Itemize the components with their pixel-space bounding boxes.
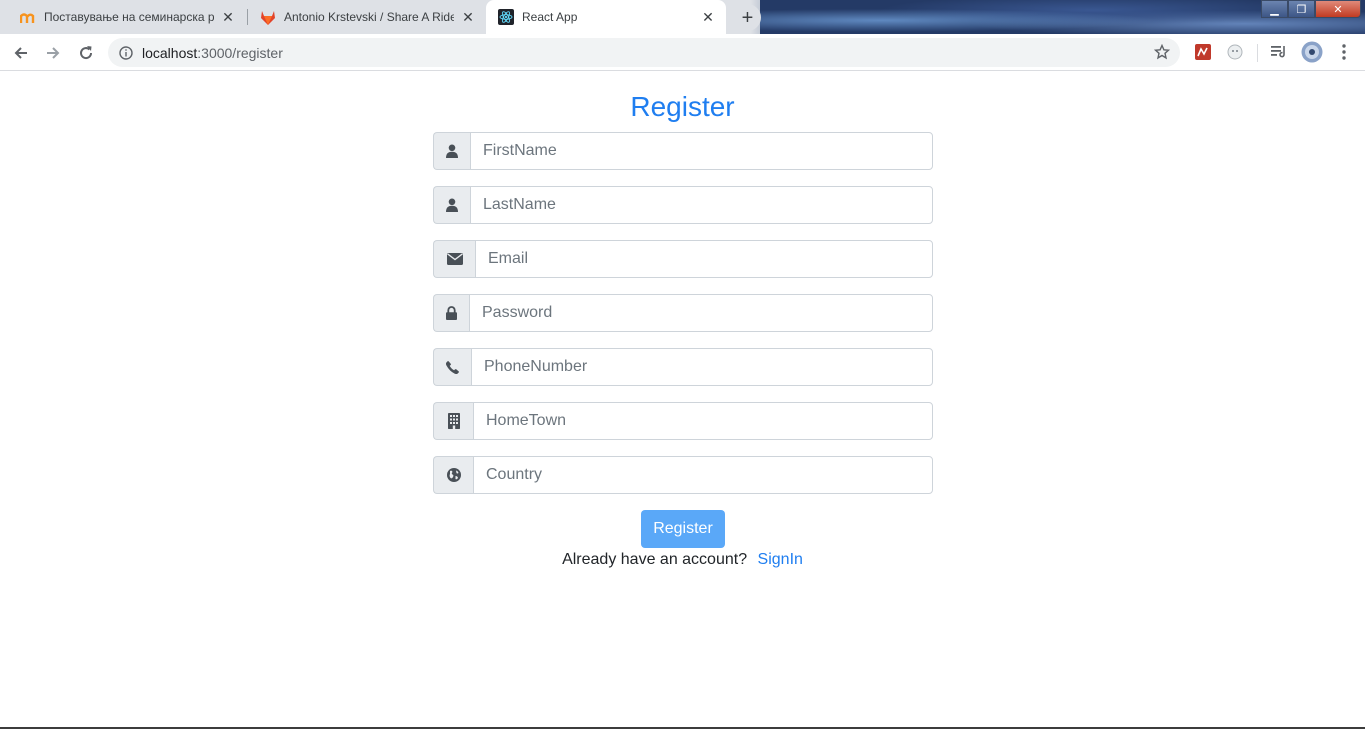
signin-prompt: Already have an account? SignIn [0, 551, 1365, 569]
browser-tab-1[interactable]: Поставување на семинарска ра ✕ [8, 0, 246, 34]
firstname-input[interactable]: FirstName [470, 132, 933, 170]
moodle-favicon-icon [20, 9, 36, 25]
lastname-input[interactable]: LastName [470, 186, 933, 224]
close-icon[interactable]: ✕ [700, 9, 716, 25]
url-host: localhost [142, 44, 198, 61]
country-field: Country [433, 456, 933, 494]
already-have-account-text: Already have an account? [562, 551, 748, 568]
browser-tab-2[interactable]: Antonio Krstevski / Share A Ride ✕ [248, 0, 486, 34]
lock-icon [433, 294, 469, 332]
url-path: :3000/register [197, 44, 283, 61]
back-button[interactable] [8, 40, 34, 66]
browser-toolbar: localhost:3000/register [0, 34, 1365, 71]
page-title: Register [630, 91, 735, 122]
hometown-input[interactable]: HomeTown [473, 402, 933, 440]
lastname-field: LastName [433, 186, 933, 224]
close-icon[interactable]: ✕ [460, 9, 476, 25]
user-icon [433, 132, 470, 170]
react-favicon-icon [498, 9, 514, 25]
phonenumber-input[interactable]: PhoneNumber [471, 348, 933, 386]
browser-titlebar: Поставување на семинарска ра ✕ Antonio K… [0, 0, 1365, 34]
globe-icon [433, 456, 473, 494]
register-button[interactable]: Register [641, 510, 725, 548]
hometown-field: HomeTown [433, 402, 933, 440]
maximize-button[interactable]: ❐ [1288, 0, 1315, 18]
phonenumber-field: PhoneNumber [433, 348, 933, 386]
user-icon [433, 186, 470, 224]
forward-arrow-icon [47, 47, 60, 59]
info-icon[interactable] [119, 45, 133, 60]
back-arrow-icon [14, 47, 27, 59]
forward-button[interactable] [40, 40, 66, 66]
password-field: Password [433, 294, 933, 332]
new-tab-button[interactable]: + [734, 4, 761, 31]
email-input[interactable]: Email [475, 240, 933, 278]
address-bar[interactable]: localhost:3000/register [108, 38, 1180, 67]
minimize-button[interactable]: ▁ [1261, 0, 1288, 18]
page-content: Register FirstName LastName Email Passwo… [0, 71, 1365, 727]
url-text: localhost:3000/register [142, 45, 283, 61]
email-field: Email [433, 240, 933, 278]
reload-icon [80, 46, 93, 60]
media-queue-icon[interactable] [1270, 43, 1288, 61]
gitlab-favicon-icon [260, 9, 276, 25]
extension-icon[interactable] [1194, 43, 1212, 61]
firstname-field: FirstName [433, 132, 933, 170]
envelope-icon [433, 240, 475, 278]
reload-button[interactable] [73, 40, 99, 66]
extension-face-icon[interactable] [1226, 43, 1244, 61]
country-input[interactable]: Country [473, 456, 933, 494]
tab-title: Antonio Krstevski / Share A Ride [284, 10, 454, 24]
signin-link[interactable]: SignIn [758, 551, 803, 568]
password-input[interactable]: Password [469, 294, 933, 332]
tab-title: React App [522, 10, 578, 24]
tab-title: Поставување на семинарска ра [44, 10, 214, 24]
close-icon[interactable]: ✕ [220, 9, 236, 25]
window-controls: ▁ ❐ ✕ [1261, 0, 1361, 18]
bookmark-star-icon[interactable] [1154, 44, 1170, 60]
browser-tab-3[interactable]: React App ✕ [486, 0, 726, 34]
profile-avatar[interactable] [1301, 41, 1323, 63]
menu-kebab-icon[interactable] [1335, 43, 1353, 61]
building-icon [433, 402, 473, 440]
phone-icon [433, 348, 471, 386]
window-close-button[interactable]: ✕ [1315, 0, 1361, 18]
toolbar-divider [1257, 44, 1258, 62]
